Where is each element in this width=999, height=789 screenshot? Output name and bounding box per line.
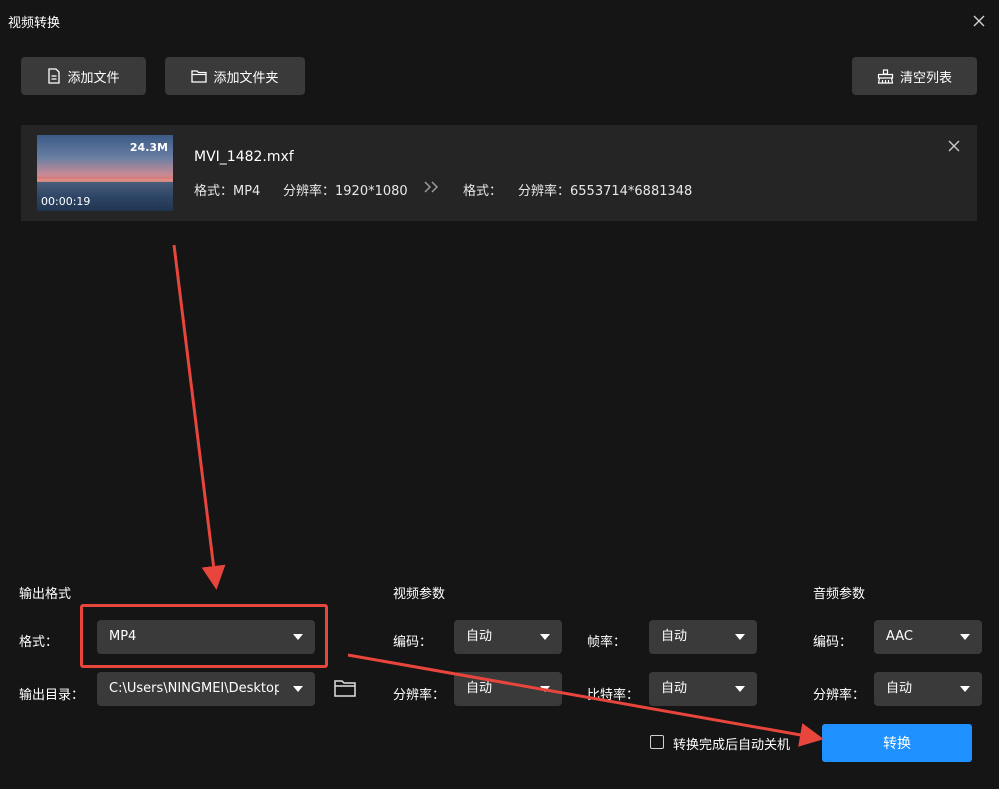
browse-folder-icon[interactable] [333,677,357,699]
annotation-arrows [172,244,824,747]
chevron-down-icon [735,686,745,692]
folder-icon [191,70,208,83]
output-format-title: 输出格式 [19,587,72,602]
file-name: MVI_1482.mxf [194,149,294,165]
add-folder-label: 添加文件夹 [213,70,279,86]
add-file-label: 添加文件 [67,70,120,86]
clear-list-label: 清空列表 [899,70,952,86]
video-thumbnail[interactable]: 24.3M 00:00:19 [37,135,173,211]
bitrate-value: 自动 [661,681,688,696]
double-chevron-right-icon [424,181,439,193]
convert-button[interactable]: 转换 [822,724,972,762]
video-convert-window: 视频转换 添加文件 添加文件夹 清空列表 24.3M 00:00:19 MVI_… [0,0,999,789]
audio-resolution-value: 自动 [886,681,913,696]
add-folder-button[interactable]: 添加文件夹 [165,57,305,95]
bitrate-select[interactable]: 自动 [649,672,757,706]
file-icon [48,68,61,84]
convert-label: 转换 [883,736,911,752]
video-resolution-label: 分辨率： [393,688,446,703]
audio-resolution-select[interactable]: 自动 [874,672,982,706]
close-window-icon[interactable] [966,8,992,34]
chevron-down-icon [960,686,970,692]
audio-params-title: 音频参数 [813,587,866,602]
source-resolution: 分辨率：1920*1080 [283,184,408,199]
file-size: 24.3M [129,141,168,154]
audio-codec-label: 编码： [813,635,853,650]
framerate-value: 自动 [661,629,688,644]
thumbnail-horizon [37,179,173,182]
chevron-down-icon [540,686,550,692]
framerate-label: 帧率： [587,635,627,650]
format-value: MP4 [109,629,137,644]
chevron-down-icon [293,686,303,692]
window-title: 视频转换 [8,16,61,31]
video-codec-select[interactable]: 自动 [454,620,562,654]
auto-shutdown-label[interactable]: 转换完成后自动关机 [673,734,790,753]
output-dir-label: 输出目录： [19,688,85,703]
bitrate-label: 比特率： [587,688,640,703]
video-params-title: 视频参数 [393,587,446,602]
video-resolution-select[interactable]: 自动 [454,672,562,706]
audio-codec-value: AAC [886,629,913,644]
auto-shutdown-checkbox[interactable] [650,735,664,749]
title-bar: 视频转换 [0,0,999,42]
chevron-down-icon [960,634,970,640]
framerate-select[interactable]: 自动 [649,620,757,654]
output-dir-select[interactable]: C:\Users\NINGMEI\Desktop [97,672,315,706]
video-codec-value: 自动 [466,629,493,644]
audio-resolution-label: 分辨率： [813,688,866,703]
file-item-card: 24.3M 00:00:19 MVI_1482.mxf 格式：MP4 分辨率：1… [21,125,977,221]
video-resolution-value: 自动 [466,681,493,696]
output-dir-value: C:\Users\NINGMEI\Desktop [109,681,279,696]
audio-codec-select[interactable]: AAC [874,620,982,654]
add-file-button[interactable]: 添加文件 [21,57,146,95]
format-label: 格式： [19,635,59,650]
chevron-down-icon [735,634,745,640]
video-codec-label: 编码： [393,635,433,650]
video-duration: 00:00:19 [41,195,91,208]
broom-icon [877,68,894,84]
remove-file-icon[interactable] [946,138,962,154]
target-format: 格式： [463,184,503,199]
chevron-down-icon [540,634,550,640]
format-select[interactable]: MP4 [97,620,315,654]
chevron-down-icon [293,634,303,640]
source-format: 格式：MP4 [194,184,261,199]
clear-list-button[interactable]: 清空列表 [852,57,977,95]
annotation-arrow-down [172,244,226,590]
target-resolution: 分辨率：6553714*6881348 [518,184,693,199]
